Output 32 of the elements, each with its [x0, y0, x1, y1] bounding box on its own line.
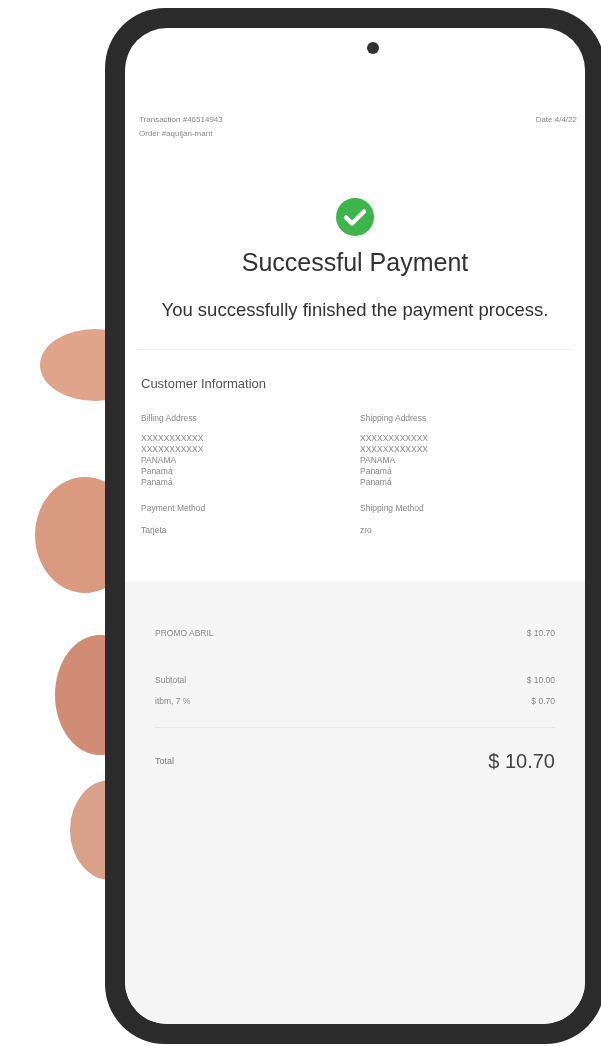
total-label: Total	[155, 754, 174, 768]
address-line: Panamá	[360, 465, 393, 477]
summary-amount: $ 10.00	[526, 673, 555, 687]
address-line: Panamá	[360, 476, 393, 488]
summary-amount: $ 0.70	[531, 694, 555, 708]
summary-label: Subtotal	[155, 673, 187, 687]
transaction-date: Date 4/4/22	[535, 114, 577, 126]
success-message: You successfully finished the payment process.	[161, 297, 549, 322]
camera-icon	[367, 42, 379, 54]
order-number: Order #aquijan-mant	[139, 128, 214, 140]
address-line: XXXXXXXXXXX	[141, 432, 205, 444]
address-line: Panamá	[141, 465, 174, 477]
address-line: XXXXXXXXXXX	[141, 443, 205, 455]
total-amount: $ 10.70	[488, 749, 555, 775]
method-value: Tarjeta	[141, 524, 168, 537]
method-label: Shipping Method	[360, 501, 425, 515]
section-title: Customer Information	[141, 375, 267, 394]
address-line: PANAMA	[360, 454, 397, 466]
address-line: XXXXXXXXXXXX	[360, 432, 430, 444]
address-line: Panamá	[141, 476, 174, 488]
method-label: Payment Method	[141, 501, 207, 515]
check-circle-icon	[336, 198, 374, 236]
method-value: zro	[360, 524, 373, 537]
item-amount: $ 10.70	[526, 627, 555, 640]
address-line: PANAMA	[141, 454, 178, 466]
item-label: PROMO ABRIL	[155, 627, 214, 640]
address-line: XXXXXXXXXXXX	[360, 443, 430, 455]
address-heading: Shipping Address	[360, 411, 428, 425]
success-title: Successful Payment	[241, 247, 469, 278]
address-heading: Billing Address	[141, 411, 198, 425]
transaction-number: Transaction #46514943	[139, 114, 223, 126]
summary-label: itbm, 7 %	[155, 694, 191, 708]
